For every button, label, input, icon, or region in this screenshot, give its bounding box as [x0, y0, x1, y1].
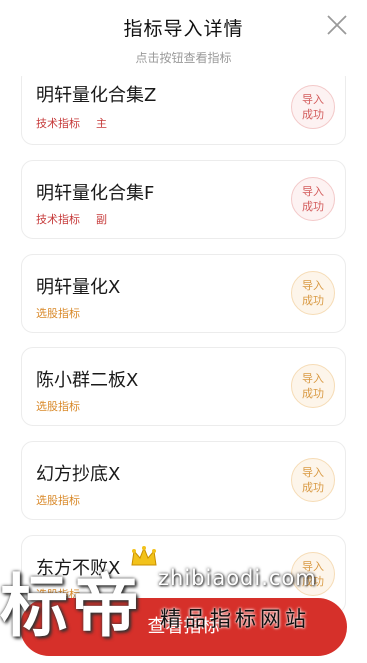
- tag-category: 选股指标: [36, 307, 80, 320]
- indicator-list: 明轩量化合集Z 技术指标 主 导入 成功 明轩量化合集F 技术指标 副 导入 成…: [0, 0, 367, 663]
- status-line: 成功: [302, 200, 324, 213]
- status-line: 成功: [302, 481, 324, 494]
- status-line: 成功: [302, 294, 324, 307]
- indicator-tags: 选股指标: [36, 492, 80, 508]
- sheet-header: 指标导入详情 点击按钮查看指标: [0, 0, 367, 76]
- tag-type: 主: [96, 117, 107, 130]
- status-line: 成功: [302, 387, 324, 400]
- tag-category: 技术指标: [36, 117, 80, 130]
- list-item[interactable]: 陈小群二板X 选股指标 导入 成功: [21, 347, 346, 426]
- page-subtitle: 点击按钮查看指标: [135, 51, 232, 65]
- crown-icon: [130, 545, 158, 569]
- indicator-name: 陈小群二板X: [36, 370, 139, 391]
- import-status-stamp[interactable]: 导入 成功: [291, 364, 335, 408]
- status-line: 导入: [302, 372, 324, 385]
- indicator-name: 幻方抄底X: [36, 464, 121, 485]
- tag-type: 副: [96, 213, 107, 226]
- status-line: 导入: [302, 93, 324, 106]
- status-line: 成功: [302, 108, 324, 121]
- page-title: 指标导入详情: [123, 18, 244, 40]
- list-item[interactable]: 明轩量化合集Z 技术指标 主 导入 成功: [21, 66, 346, 145]
- close-icon[interactable]: [325, 13, 349, 37]
- list-item[interactable]: 明轩量化X 选股指标 导入 成功: [21, 254, 346, 333]
- indicator-name: 明轩量化合集F: [36, 183, 155, 204]
- import-status-stamp[interactable]: 导入 成功: [291, 85, 335, 129]
- indicator-tags: 技术指标 主: [36, 115, 107, 131]
- status-line: 导入: [302, 185, 324, 198]
- indicator-tags: 选股指标: [36, 398, 80, 414]
- status-line: 导入: [302, 279, 324, 292]
- tag-category: 技术指标: [36, 213, 80, 226]
- import-detail-sheet: 明轩量化合集Z 技术指标 主 导入 成功 明轩量化合集F 技术指标 副 导入 成…: [0, 0, 367, 663]
- indicator-tags: 选股指标: [36, 305, 80, 321]
- indicator-name: 东方不败X: [36, 558, 121, 579]
- list-item[interactable]: 幻方抄底X 选股指标 导入 成功: [21, 441, 346, 520]
- tag-category: 选股指标: [36, 494, 80, 507]
- import-status-stamp[interactable]: 导入 成功: [291, 458, 335, 502]
- watermark-url: zhibiaodi.com: [158, 566, 317, 590]
- watermark-slogan: 精品指标网站: [160, 607, 310, 631]
- status-line: 导入: [302, 466, 324, 479]
- indicator-name: 明轩量化合集Z: [36, 85, 157, 106]
- tag-category: 选股指标: [36, 400, 80, 413]
- import-status-stamp[interactable]: 导入 成功: [291, 177, 335, 221]
- list-item[interactable]: 明轩量化合集F 技术指标 副 导入 成功: [21, 160, 346, 239]
- import-status-stamp[interactable]: 导入 成功: [291, 271, 335, 315]
- indicator-name: 明轩量化X: [36, 277, 121, 298]
- indicator-tags: 技术指标 副: [36, 211, 107, 227]
